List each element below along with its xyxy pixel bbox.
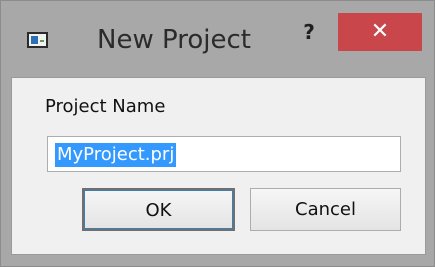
app-icon-bar <box>40 40 44 42</box>
help-button[interactable]: ? <box>283 13 335 51</box>
close-button[interactable]: ✕ <box>338 13 422 51</box>
dialog-title: New Project <box>97 25 251 55</box>
project-name-value: MyProject.prj <box>55 143 177 167</box>
cancel-button[interactable]: Cancel <box>250 188 401 231</box>
app-window-icon[interactable] <box>27 32 48 48</box>
dialog-body: Project Name MyProject.prj OK Cancel <box>11 77 426 255</box>
close-icon: ✕ <box>370 19 390 44</box>
ok-button[interactable]: OK <box>82 188 235 231</box>
new-project-dialog: New Project ? ✕ Project Name MyProject.p… <box>0 0 435 267</box>
app-icon-pane <box>31 36 38 44</box>
project-name-label: Project Name <box>45 96 166 117</box>
project-name-input[interactable]: MyProject.prj <box>47 136 401 172</box>
title-bar[interactable]: New Project ? ✕ <box>1 1 434 77</box>
